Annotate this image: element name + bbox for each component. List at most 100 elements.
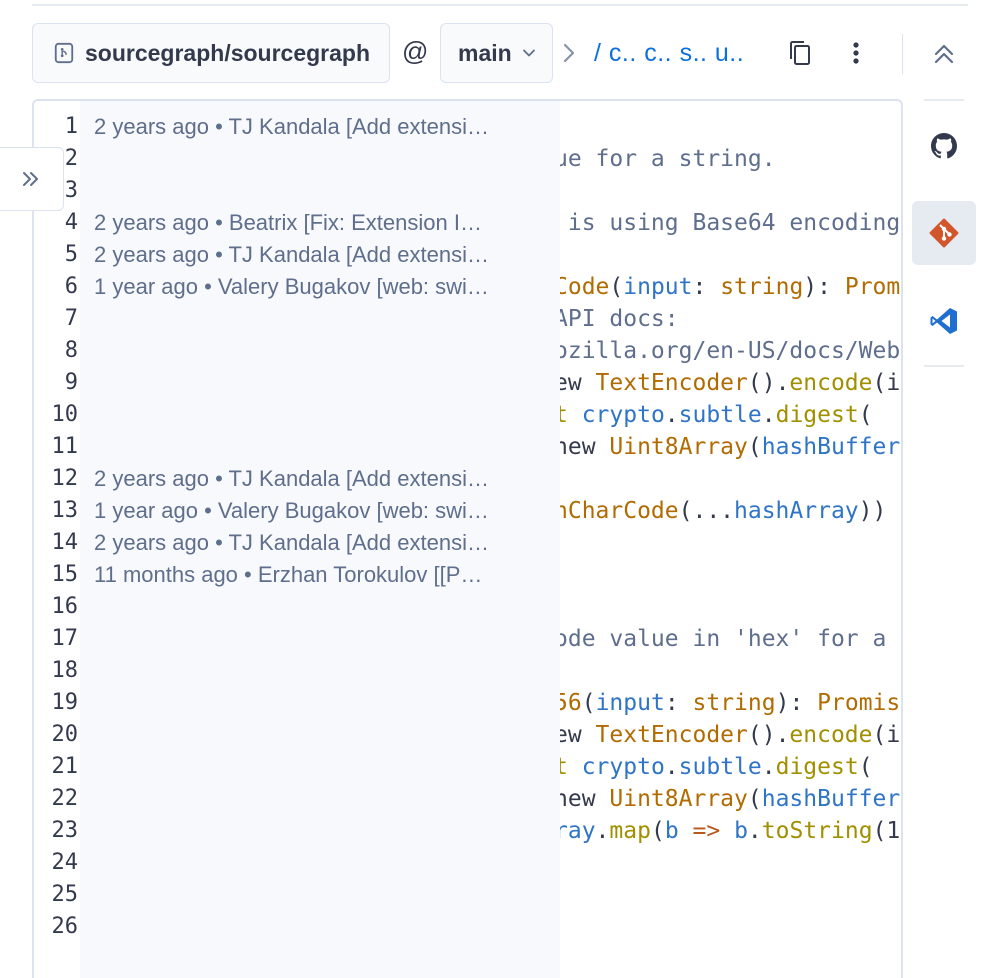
line-number[interactable]: 20 bbox=[34, 719, 80, 751]
code-token: API docs: bbox=[554, 306, 679, 332]
code-token: ray bbox=[554, 818, 596, 844]
code-token: digest bbox=[775, 754, 859, 780]
code-token: : bbox=[664, 690, 693, 716]
git-icon[interactable] bbox=[928, 217, 960, 249]
line-number[interactable]: 14 bbox=[34, 527, 80, 559]
line-number-gutter: 1 2 3 4 5 6 7 8 9 10 11 12 13 14 15 16 17 18 19 20 21 22 23 24 2… bbox=[34, 111, 80, 943]
code-token: ): bbox=[775, 690, 818, 716]
code-token: TextEncoder bbox=[595, 370, 748, 396]
line-number[interactable]: 5 bbox=[34, 239, 80, 271]
code-token: ue for a string. bbox=[554, 146, 776, 172]
chevron-down-icon bbox=[522, 49, 535, 57]
line-number[interactable]: 25 bbox=[34, 879, 80, 911]
line-number[interactable]: 11 bbox=[34, 431, 80, 463]
line-number[interactable]: 24 bbox=[34, 847, 80, 879]
line-number[interactable]: 6 bbox=[34, 271, 80, 303]
code-token: hashBuffer bbox=[761, 434, 901, 460]
rail-divider bbox=[924, 365, 964, 367]
line-number[interactable]: 7 bbox=[34, 303, 80, 335]
line-number[interactable]: 19 bbox=[34, 687, 80, 719]
code-token: ( bbox=[581, 690, 596, 716]
code-token: ( bbox=[747, 786, 762, 812]
code-token: b bbox=[734, 818, 748, 844]
blame-entry bbox=[94, 431, 544, 463]
more-options-button[interactable] bbox=[842, 38, 870, 68]
code-token: new bbox=[554, 786, 610, 812]
code-line: new Uint8Array(hashBuffer bbox=[554, 431, 901, 463]
code-token: TextEncoder bbox=[595, 722, 748, 748]
code-line: Code(input: string): Prom bbox=[554, 271, 901, 303]
code-token: . bbox=[595, 818, 610, 844]
line-number[interactable]: 26 bbox=[34, 911, 80, 943]
code-line: ew TextEncoder().encode(i bbox=[554, 367, 901, 399]
code-token: encode bbox=[789, 370, 873, 396]
blame-entry bbox=[94, 175, 544, 207]
code-token: ew bbox=[554, 722, 596, 748]
line-number[interactable]: 22 bbox=[34, 783, 80, 815]
blame-entry[interactable]: 2 years ago • TJ Kandala [Add extensi… bbox=[94, 111, 544, 143]
line-number[interactable]: 13 bbox=[34, 495, 80, 527]
line-number[interactable]: 9 bbox=[34, 367, 80, 399]
code-token: crypto bbox=[581, 754, 665, 780]
line-number[interactable]: 12 bbox=[34, 463, 80, 495]
blame-entry[interactable]: 2 years ago • TJ Kandala [Add extensi… bbox=[94, 527, 544, 559]
file-breadcrumb[interactable]: / c.. c.. s.. u.. bbox=[594, 39, 744, 68]
line-number[interactable]: 16 bbox=[34, 591, 80, 623]
blame-entry[interactable]: 1 year ago • Valery Bugakov [web: swi… bbox=[94, 495, 544, 527]
repo-selector-button[interactable]: sourcegraph/sourcegraph bbox=[32, 23, 390, 83]
line-number[interactable]: 4 bbox=[34, 207, 80, 239]
line-number[interactable]: 8 bbox=[34, 335, 80, 367]
blame-entry[interactable]: 2 years ago • TJ Kandala [Add extensi… bbox=[94, 239, 544, 271]
line-number[interactable]: 23 bbox=[34, 815, 80, 847]
code-token: . bbox=[761, 402, 776, 428]
sidebar-expand-button[interactable] bbox=[0, 147, 64, 211]
code-token: subtle bbox=[678, 754, 762, 780]
code-token: . bbox=[664, 754, 679, 780]
code-token: hashArray bbox=[734, 498, 859, 524]
code-token: is using Base64 encoding bbox=[554, 210, 901, 236]
code-panel: 1 2 3 4 5 6 7 8 9 10 11 12 13 14 15 16 17 18 19 20 21 22 23 24 2… bbox=[32, 99, 903, 978]
github-icon[interactable] bbox=[928, 130, 960, 162]
code-token: Promis bbox=[817, 690, 901, 716]
line-number[interactable]: 18 bbox=[34, 655, 80, 687]
code-line: t crypto.subtle.digest( bbox=[554, 751, 901, 783]
line-number[interactable]: 17 bbox=[34, 623, 80, 655]
code-line: is using Base64 encoding bbox=[554, 207, 901, 239]
collapse-header-button[interactable] bbox=[928, 38, 960, 70]
branch-name: main bbox=[458, 39, 512, 66]
branch-selector-button[interactable]: main bbox=[440, 23, 553, 83]
line-number[interactable]: 1 bbox=[34, 111, 80, 143]
code-token: subtle bbox=[678, 402, 762, 428]
code-token: input bbox=[595, 690, 665, 716]
code-token: (). bbox=[747, 370, 790, 396]
blame-entry bbox=[94, 335, 544, 367]
code-token: hashBuffer bbox=[761, 786, 901, 812]
code-token: . bbox=[664, 402, 679, 428]
copy-path-button[interactable] bbox=[786, 38, 814, 68]
code-line: API docs: bbox=[554, 303, 901, 335]
code-token: string bbox=[720, 274, 804, 300]
blame-entry[interactable]: 11 months ago • Erzhan Torokulov [[P… bbox=[94, 559, 544, 591]
code-line: ew TextEncoder().encode(i bbox=[554, 719, 901, 751]
top-divider bbox=[32, 4, 968, 6]
line-number[interactable]: 10 bbox=[34, 399, 80, 431]
code-content: ue for a string. is using Base64 encodin… bbox=[554, 143, 901, 847]
code-token: ( bbox=[858, 402, 873, 428]
blame-entry bbox=[94, 143, 544, 175]
vscode-icon[interactable] bbox=[928, 305, 960, 337]
code-line: ray.map(b => b.toString(1 bbox=[554, 815, 901, 847]
rail-divider bbox=[924, 99, 964, 101]
chevron-right-icon bbox=[563, 43, 575, 63]
code-token: digest bbox=[775, 402, 859, 428]
blame-entry[interactable]: 1 year ago • Valery Bugakov [web: swi… bbox=[94, 271, 544, 303]
line-number[interactable]: 15 bbox=[34, 559, 80, 591]
code-token: ozilla.org/en-US/docs/Web bbox=[554, 338, 901, 364]
blame-entry[interactable]: 2 years ago • TJ Kandala [Add extensi… bbox=[94, 463, 544, 495]
line-number[interactable]: 21 bbox=[34, 751, 80, 783]
blame-entry[interactable]: 2 years ago • Beatrix [Fix: Extension I… bbox=[94, 207, 544, 239]
